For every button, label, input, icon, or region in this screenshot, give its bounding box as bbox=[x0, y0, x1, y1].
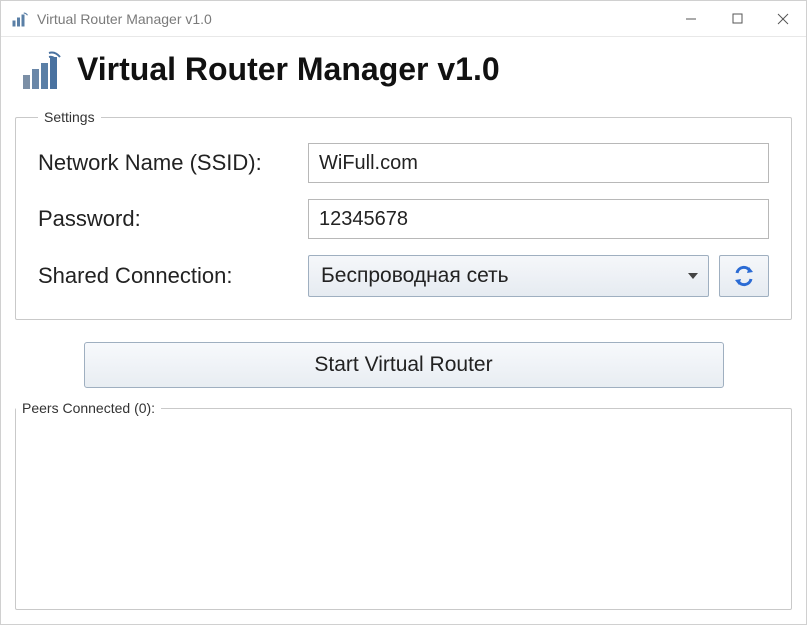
router-icon bbox=[11, 10, 29, 28]
peers-list[interactable] bbox=[16, 416, 791, 576]
app-header: Virtual Router Manager v1.0 bbox=[1, 37, 806, 103]
window-title: Virtual Router Manager v1.0 bbox=[37, 11, 212, 27]
chevron-down-icon bbox=[688, 273, 698, 279]
shared-connection-row: Shared Connection: Беспроводная сеть bbox=[38, 255, 769, 297]
password-label: Password: bbox=[38, 206, 308, 232]
shared-connection-value: Беспроводная сеть bbox=[321, 264, 509, 288]
password-row: Password: bbox=[38, 199, 769, 239]
ssid-row: Network Name (SSID): bbox=[38, 143, 769, 183]
peers-legend: Peers Connected (0): bbox=[16, 400, 161, 416]
ssid-label: Network Name (SSID): bbox=[38, 150, 308, 176]
ssid-input[interactable] bbox=[308, 143, 769, 183]
peers-group: Peers Connected (0): bbox=[15, 400, 792, 610]
router-icon bbox=[19, 47, 63, 91]
shared-connection-dropdown[interactable]: Беспроводная сеть bbox=[308, 255, 709, 297]
app-window: Virtual Router Manager v1.0 bbox=[0, 0, 807, 625]
app-title: Virtual Router Manager v1.0 bbox=[77, 51, 500, 88]
window-controls bbox=[668, 1, 806, 36]
start-virtual-router-button[interactable]: Start Virtual Router bbox=[84, 342, 724, 388]
settings-group: Settings Network Name (SSID): Password: … bbox=[15, 109, 792, 320]
shared-connection-label: Shared Connection: bbox=[38, 263, 308, 289]
close-button[interactable] bbox=[760, 1, 806, 36]
titlebar: Virtual Router Manager v1.0 bbox=[1, 1, 806, 37]
refresh-icon bbox=[731, 263, 757, 289]
maximize-button[interactable] bbox=[714, 1, 760, 36]
refresh-button[interactable] bbox=[719, 255, 769, 297]
password-input[interactable] bbox=[308, 199, 769, 239]
settings-legend: Settings bbox=[38, 109, 101, 125]
minimize-button[interactable] bbox=[668, 1, 714, 36]
